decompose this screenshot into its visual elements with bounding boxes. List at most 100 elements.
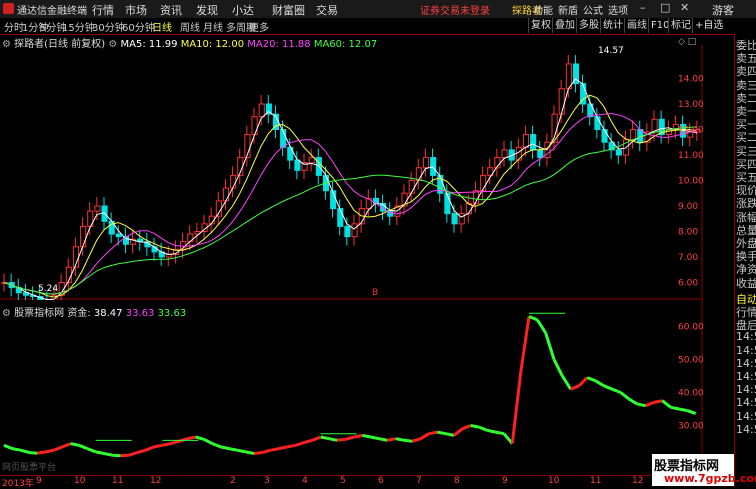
price-chart[interactable]: 14.00 13.00 12.00 11.00 10.00 9.00 8.00 7.00 6.0… — [0, 45, 703, 300]
indicator-segment — [561, 375, 572, 391]
indicator-segment — [145, 445, 155, 452]
tool-add-watchlist-button[interactable]: +自选 — [692, 18, 725, 33]
indicator-segment — [637, 402, 646, 408]
candle-body — [430, 157, 437, 176]
side-item[interactable]: 收益 — [736, 275, 756, 291]
indicator-segment — [510, 372, 523, 444]
indicator-segment — [61, 442, 72, 449]
minimize-icon[interactable]: – — [640, 1, 646, 14]
candle-body — [458, 213, 465, 225]
indicator-segment — [153, 443, 163, 449]
price-tick-label: 14.00 — [678, 75, 703, 85]
menu-item-market[interactable]: 市场 — [125, 2, 147, 18]
indicator-segment — [203, 437, 213, 445]
tool-overlay-button[interactable]: 叠加 — [552, 18, 577, 33]
indicator-segment — [586, 376, 597, 383]
indicator-segment — [103, 452, 113, 457]
indicator-axis: 60.0050.0040.0030.0020.00 — [678, 322, 703, 464]
indicator-segment — [453, 427, 464, 437]
side-item[interactable]: 14:5 — [736, 357, 756, 370]
indicator-segment — [345, 435, 355, 441]
price-tick-label: 6.00 — [678, 279, 698, 289]
side-item[interactable]: 14:5 — [736, 370, 756, 383]
date-label: 12 — [150, 476, 162, 486]
side-item[interactable]: 14:5 — [736, 396, 756, 409]
date-label: 2 — [230, 476, 236, 486]
menu-item-xiaoda[interactable]: 小达 — [232, 2, 254, 18]
tool-multi-stock-button[interactable]: 多股 — [576, 18, 601, 33]
candle-body — [94, 205, 101, 212]
date-label: 7 — [416, 476, 422, 486]
indicator-segment — [653, 399, 663, 404]
candle-body — [308, 157, 315, 164]
indicator-segment — [211, 442, 222, 449]
tool-adjust-button[interactable]: 复权 — [528, 18, 553, 33]
indicator-segment — [611, 387, 622, 394]
period-tab-6[interactable]: 日线 — [152, 19, 172, 34]
menu-item-trade[interactable]: 交易 — [316, 2, 338, 18]
period-tab-3[interactable]: 15分钟 — [62, 19, 95, 34]
candle-body — [501, 149, 508, 159]
candle-body — [537, 149, 544, 159]
menu-item-fortune[interactable]: 财富圈 — [272, 2, 305, 18]
indicator-segment — [78, 443, 88, 450]
indicator-chart[interactable]: 60.0050.0040.0030.0020.00 网页股票平台 — [0, 300, 703, 475]
indicator-segment — [28, 451, 38, 455]
ma60-line — [3, 126, 697, 295]
indicator-segment — [12, 447, 21, 452]
menu-item-quotes[interactable]: 行情 — [92, 2, 114, 18]
period-tab-8[interactable]: 月线 — [203, 19, 223, 34]
candle-body — [344, 225, 351, 238]
date-label: 2013年 — [2, 479, 34, 489]
period-tab-10[interactable]: 更多 — [249, 19, 269, 34]
indicator-segment — [287, 443, 296, 449]
period-tab-0[interactable]: 分时 — [4, 19, 24, 34]
indicator-tick-label: 50.00 — [678, 355, 703, 365]
close-icon[interactable]: ✕ — [680, 1, 689, 14]
login-status[interactable]: 证券交易未登录 — [420, 2, 490, 17]
indicator-tick-label: 30.00 — [678, 421, 703, 431]
low-annotation: 5.24 — [38, 284, 58, 294]
maximize-icon[interactable]: □ — [660, 1, 670, 14]
candle-body — [215, 200, 222, 217]
date-label: 4 — [302, 476, 308, 486]
menu-function[interactable]: 功能 — [533, 2, 553, 17]
tool-mark-button[interactable]: 标记 — [668, 18, 693, 33]
menu-item-news[interactable]: 资讯 — [160, 2, 182, 18]
app-logo-icon — [3, 3, 14, 14]
side-item[interactable]: 14:5 — [736, 410, 756, 423]
price-tick-label: 12.00 — [678, 126, 703, 136]
candle-body — [115, 233, 122, 238]
date-label: 3 — [264, 476, 270, 486]
menu-formula[interactable]: 公式 — [583, 2, 603, 17]
indicator-segment — [311, 435, 322, 442]
indicator-tick-label: 60.00 — [678, 322, 703, 332]
date-label: 6 — [378, 476, 384, 486]
indicator-tick-label: 40.00 — [678, 388, 703, 398]
side-item[interactable]: 14:5 — [736, 423, 756, 436]
menu-new-shield[interactable]: 新盾 — [558, 2, 578, 17]
date-label: 5 — [340, 476, 346, 486]
period-tab-4[interactable]: 30分钟 — [92, 19, 125, 34]
menu-item-discover[interactable]: 发现 — [196, 2, 218, 18]
menu-options[interactable]: 选项 — [608, 2, 628, 17]
side-item[interactable]: 14:5 — [736, 383, 756, 396]
guest-label[interactable]: 游客 — [712, 2, 734, 18]
indicator-segment — [387, 437, 396, 442]
buy-marker: B — [372, 288, 378, 298]
candle-body — [530, 134, 537, 151]
price-tick-label: 9.00 — [678, 202, 698, 212]
indicator-segment — [237, 448, 246, 454]
indicator-segment — [337, 437, 346, 442]
indicator-segment — [20, 448, 30, 454]
indicator-segment — [112, 453, 121, 458]
side-item[interactable]: 14:5 — [736, 344, 756, 357]
period-tab-7[interactable]: 周线 — [180, 19, 200, 34]
date-label: 8 — [454, 476, 460, 486]
tool-draw-button[interactable]: 画线 — [624, 18, 649, 33]
date-label: 11 — [112, 476, 124, 486]
side-item[interactable]: 14:5 — [736, 330, 756, 343]
candle-body — [222, 187, 230, 202]
tool-stats-button[interactable]: 统计 — [600, 18, 625, 33]
period-tab-5[interactable]: 60分钟 — [122, 19, 155, 34]
